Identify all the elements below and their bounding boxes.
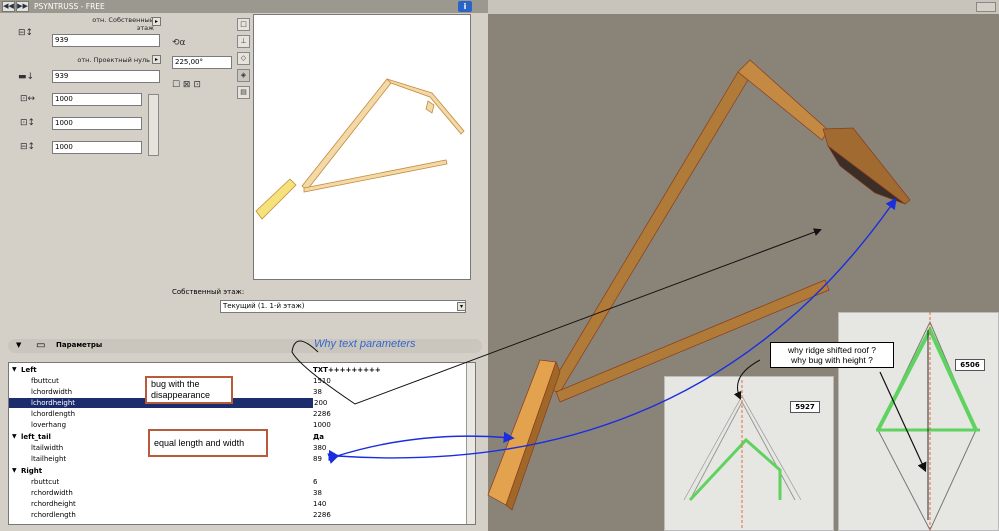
arrow-ridge xyxy=(733,359,761,400)
truss-3d-model xyxy=(487,59,911,511)
arrow-height-bug xyxy=(328,197,897,462)
callout-ridge-question: why ridge shifted roof ? why bug with he… xyxy=(770,342,894,368)
annotation-text-params: Why text parameters xyxy=(314,338,416,350)
arrow-equal-size xyxy=(327,431,515,464)
annotation-overlay xyxy=(291,59,980,531)
elevation-left-drawing xyxy=(683,380,802,530)
